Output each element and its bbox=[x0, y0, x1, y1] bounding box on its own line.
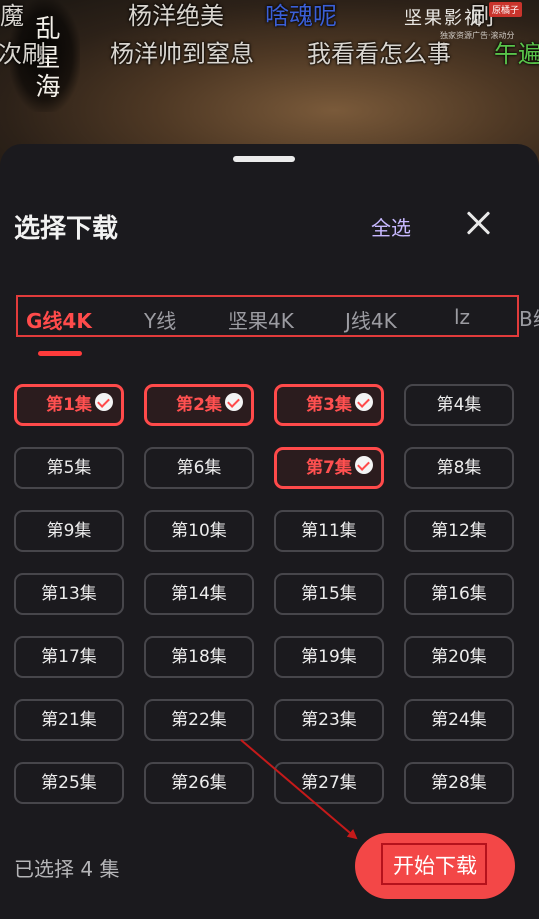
episode-label: 第23集 bbox=[301, 710, 357, 730]
source-tab-bar: G线4K Y线 坚果4K J线4K lz bbox=[16, 295, 519, 337]
active-tab-indicator bbox=[38, 351, 82, 356]
episode-label: 第19集 bbox=[301, 647, 357, 667]
episode-button[interactable]: 第28集 bbox=[404, 762, 514, 804]
episode-label: 第22集 bbox=[171, 710, 227, 730]
episode-label: 第12集 bbox=[431, 521, 487, 541]
drag-handle[interactable] bbox=[233, 156, 295, 162]
tab-b-line-partial[interactable]: B线 bbox=[519, 303, 539, 332]
episode-button[interactable]: 第17集 bbox=[14, 636, 124, 678]
danmaku-comment: 魔 bbox=[0, 2, 24, 30]
watermark-subtext: 独家资源广告·滚动分享 bbox=[440, 31, 515, 51]
episode-label: 第3集 bbox=[306, 395, 352, 415]
episode-label: 第14集 bbox=[171, 584, 227, 604]
tab-lz[interactable]: lz bbox=[454, 305, 470, 329]
episode-label: 第4集 bbox=[436, 395, 482, 415]
episode-button[interactable]: 第8集 bbox=[404, 447, 514, 489]
danmaku-comment: 杨洋帅到窒息 bbox=[110, 40, 254, 68]
episode-button[interactable]: 第12集 bbox=[404, 510, 514, 552]
episode-button[interactable]: 第15集 bbox=[274, 573, 384, 615]
channel-watermark: 坚果影视 独家资源广告·滚动分享 原橘子 bbox=[404, 2, 522, 51]
episode-label: 第13集 bbox=[41, 584, 97, 604]
episode-label: 第8集 bbox=[436, 458, 482, 478]
episode-button[interactable]: 第22集 bbox=[144, 699, 254, 741]
tab-g-line-4k[interactable]: G线4K bbox=[26, 305, 92, 334]
episode-button[interactable]: 第11集 bbox=[274, 510, 384, 552]
calligraphy-char: 海 bbox=[35, 72, 61, 101]
episode-label: 第24集 bbox=[431, 710, 487, 730]
episode-button[interactable]: 第13集 bbox=[14, 573, 124, 615]
episode-button[interactable]: 第2集 bbox=[144, 384, 254, 426]
episode-button[interactable]: 第10集 bbox=[144, 510, 254, 552]
episode-label: 第5集 bbox=[46, 458, 92, 478]
episode-label: 第17集 bbox=[41, 647, 97, 667]
episode-button[interactable]: 第27集 bbox=[274, 762, 384, 804]
episode-button[interactable]: 第16集 bbox=[404, 573, 514, 615]
danmaku-comment: 次刷 bbox=[0, 40, 46, 68]
episode-button[interactable]: 第9集 bbox=[14, 510, 124, 552]
episode-button[interactable]: 第6集 bbox=[144, 447, 254, 489]
episode-button[interactable]: 第18集 bbox=[144, 636, 254, 678]
episode-button[interactable]: 第20集 bbox=[404, 636, 514, 678]
episode-button[interactable]: 第25集 bbox=[14, 762, 124, 804]
selected-check-icon bbox=[95, 393, 113, 411]
episode-label: 第20集 bbox=[431, 647, 487, 667]
selected-count-label: 已选择 4 集 bbox=[14, 857, 120, 881]
episode-label: 第26集 bbox=[171, 773, 227, 793]
episode-label: 第10集 bbox=[171, 521, 227, 541]
episode-button[interactable]: 第19集 bbox=[274, 636, 384, 678]
danmaku-comment: 啥魂呢 bbox=[265, 2, 337, 30]
start-download-button[interactable]: 开始下载 bbox=[355, 833, 515, 899]
episode-label: 第27集 bbox=[301, 773, 357, 793]
selected-check-icon bbox=[355, 456, 373, 474]
episode-label: 第18集 bbox=[171, 647, 227, 667]
episode-button[interactable]: 第5集 bbox=[14, 447, 124, 489]
episode-label: 第9集 bbox=[46, 521, 92, 541]
tab-y-line[interactable]: Y线 bbox=[144, 305, 176, 334]
selected-check-icon bbox=[225, 393, 243, 411]
episode-button[interactable]: 第14集 bbox=[144, 573, 254, 615]
episode-label: 第15集 bbox=[301, 584, 357, 604]
episode-label: 第21集 bbox=[41, 710, 97, 730]
episode-button[interactable]: 第3集 bbox=[274, 384, 384, 426]
danmaku-comment: 杨洋绝美 bbox=[128, 2, 224, 30]
close-icon[interactable] bbox=[462, 208, 494, 240]
episode-button[interactable]: 第23集 bbox=[274, 699, 384, 741]
selected-check-icon bbox=[355, 393, 373, 411]
episode-label: 第6集 bbox=[176, 458, 222, 478]
episode-label: 第16集 bbox=[431, 584, 487, 604]
episode-label: 第2集 bbox=[176, 395, 222, 415]
tab-jianguo-4k[interactable]: 坚果4K bbox=[228, 305, 294, 334]
episode-button[interactable]: 第26集 bbox=[144, 762, 254, 804]
episode-label: 第1集 bbox=[46, 395, 92, 415]
sheet-title: 选择下载 bbox=[14, 214, 119, 244]
episode-button[interactable]: 第21集 bbox=[14, 699, 124, 741]
episode-label: 第25集 bbox=[41, 773, 97, 793]
episode-label: 第28集 bbox=[431, 773, 487, 793]
episode-button[interactable]: 第4集 bbox=[404, 384, 514, 426]
start-download-label: 开始下载 bbox=[393, 854, 477, 878]
download-bottom-sheet: 选择下载 全选 G线4K Y线 坚果4K J线4K lz B线 第1集 第2集 第3… bbox=[0, 144, 539, 919]
episode-label: 第11集 bbox=[301, 521, 357, 541]
episode-button[interactable]: 第7集 bbox=[274, 447, 384, 489]
select-all-button[interactable]: 全选 bbox=[371, 212, 411, 241]
danmaku-comment: 我看看怎么事 bbox=[307, 40, 451, 68]
tab-j-line-4k[interactable]: J线4K bbox=[345, 305, 397, 334]
episode-label: 第7集 bbox=[306, 458, 352, 478]
episode-button[interactable]: 第1集 bbox=[14, 384, 124, 426]
watermark-tag: 原橘子 bbox=[488, 2, 522, 17]
episode-button[interactable]: 第24集 bbox=[404, 699, 514, 741]
